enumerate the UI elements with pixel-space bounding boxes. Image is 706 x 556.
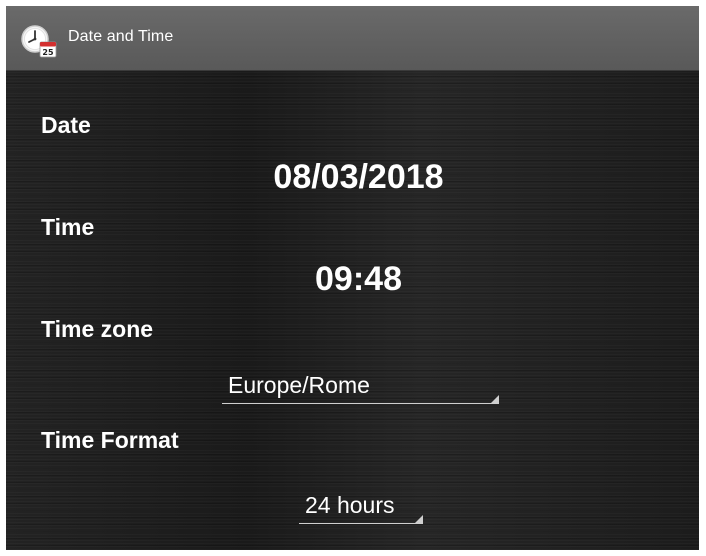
- clock-calendar-icon: 25: [21, 25, 57, 58]
- date-time-window: 25 Date and Time Date 08/03/2018 Time 09…: [6, 6, 699, 550]
- timezone-underline: [222, 403, 499, 404]
- time-format-dropdown[interactable]: 24 hours: [299, 492, 423, 524]
- time-format-label: Time Format: [41, 427, 179, 453]
- date-label: Date: [41, 112, 91, 138]
- dropdown-corner-icon: [491, 395, 499, 403]
- time-format-underline: [299, 523, 423, 524]
- dropdown-corner-icon: [415, 515, 423, 523]
- time-format-selected-value: 24 hours: [305, 492, 395, 518]
- time-label: Time: [41, 214, 95, 240]
- title-bar: 25 Date and Time: [6, 6, 699, 71]
- window-title: Date and Time: [68, 28, 174, 45]
- date-value[interactable]: 08/03/2018: [12, 158, 699, 197]
- time-value[interactable]: 09:48: [12, 260, 699, 299]
- calendar-badge: 25: [42, 48, 54, 57]
- timezone-selected-value: Europe/Rome: [228, 372, 370, 398]
- timezone-dropdown[interactable]: Europe/Rome: [222, 372, 499, 404]
- timezone-label: Time zone: [41, 316, 154, 342]
